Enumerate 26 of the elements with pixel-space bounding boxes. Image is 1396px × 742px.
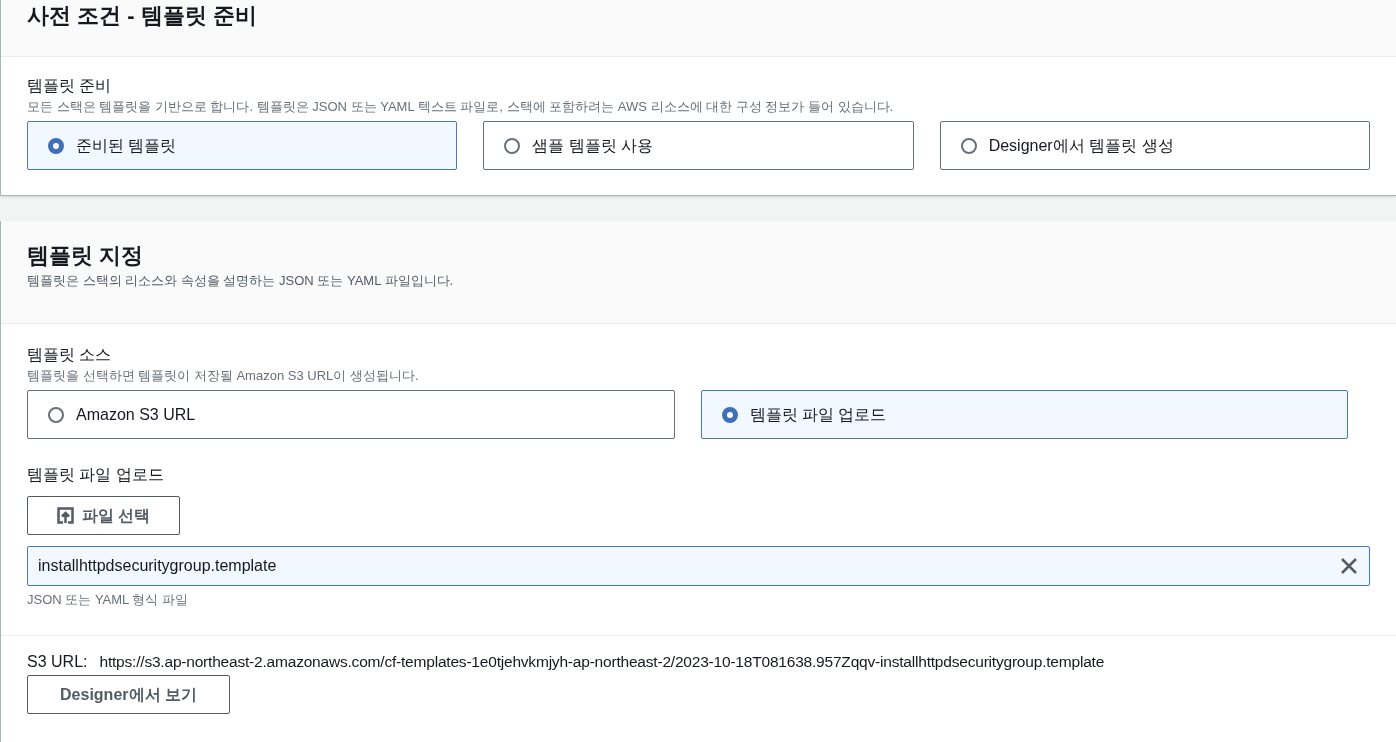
field-description: 템플릿을 선택하면 템플릿이 저장될 Amazon S3 URL이 생성됩니다. <box>27 367 419 385</box>
field-label: 템플릿 준비 <box>27 76 112 96</box>
choose-file-button[interactable]: 파일 선택 <box>27 496 180 535</box>
panel-title: 사전 조건 - 템플릿 준비 <box>27 2 257 30</box>
radio-icon <box>960 137 977 154</box>
file-input-field[interactable]: installhttpdsecuritygroup.template <box>27 546 1370 586</box>
radio-option[interactable]: 템플릿 파일 업로드 <box>700 390 1348 439</box>
view-in-designer-button[interactable]: Designer에서 보기 <box>27 675 230 714</box>
close-icon[interactable] <box>1341 558 1357 574</box>
panel-subtitle: 템플릿은 스택의 리소스와 속성을 설명하는 JSON 또는 YAML 파일입니다. <box>27 272 454 290</box>
radio-icon <box>721 406 738 423</box>
upload-icon <box>56 507 74 524</box>
radio-option[interactable]: 샘플 템플릿 사용 <box>483 121 914 170</box>
s3-url-text: https://s3.ap-northeast-2.amazonaws.com/cf-templates-1e0tjehvkmjyh-ap-northeast-2/2023-10-18T081638.957Zqqv-installhttpdsecuritygroup.template <box>99 652 1105 672</box>
panel-title: 템플릿 지정 <box>27 242 144 270</box>
radio-icon <box>48 406 64 423</box>
field-label: 템플릿 소스 <box>27 345 112 365</box>
radio-icon <box>48 137 64 154</box>
radio-option[interactable]: 준비된 템플릿 <box>27 121 458 170</box>
radio-option[interactable]: Amazon S3 URL <box>27 390 675 439</box>
field-description: 모든 스택은 템플릿을 기반으로 합니다. 템플릿은 JSON 또는 YAML 텍스트 파일로, 스택에 포함하려는 AWS 리소스에 대한 구성 정보가 들어 있습니다. <box>27 98 894 116</box>
radio-option[interactable]: Designer에서 템플릿 생성 <box>939 121 1370 170</box>
field-label: 템플릿 파일 업로드 <box>27 465 164 485</box>
radio-icon <box>504 137 521 154</box>
field-hint: JSON 또는 YAML 형식 파일 <box>27 591 189 609</box>
s3-url-label: S3 URL: <box>27 652 88 672</box>
